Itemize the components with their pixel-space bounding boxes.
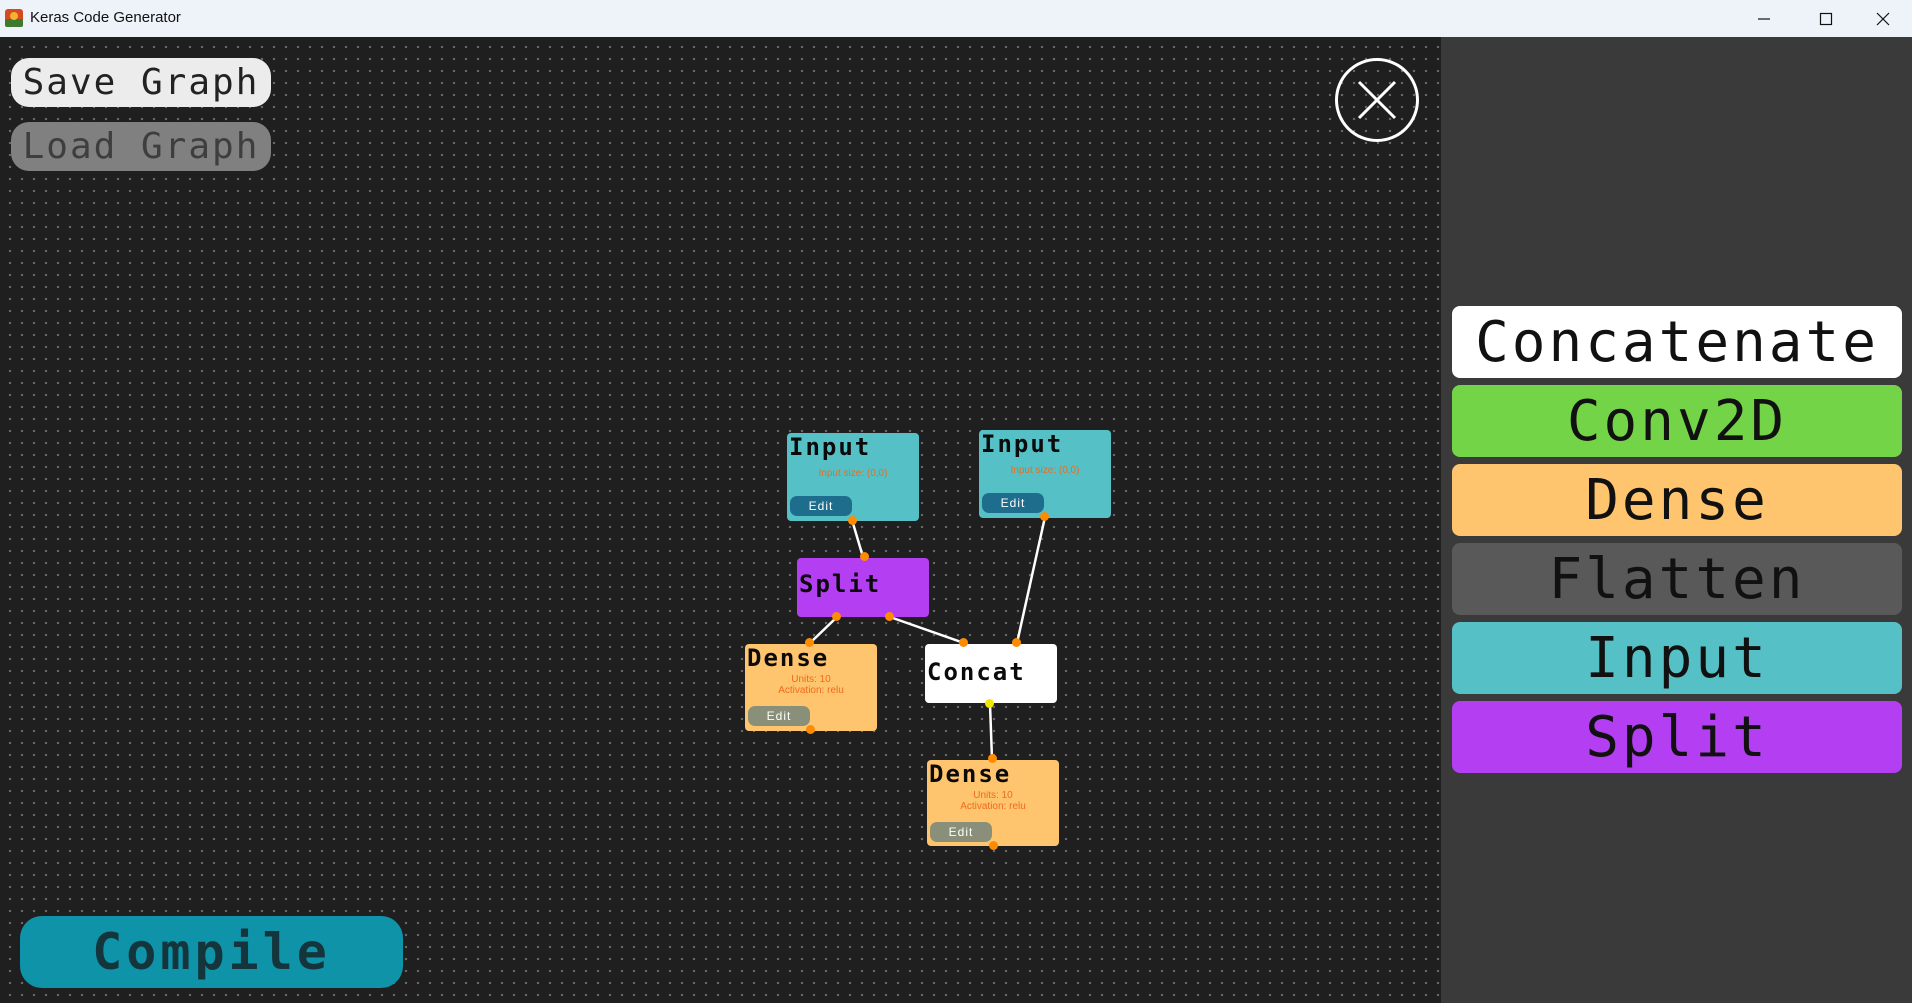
- palette-item-conv2d[interactable]: Conv2D: [1452, 385, 1902, 457]
- compile-button[interactable]: Compile: [20, 916, 403, 988]
- close-icon: [1876, 12, 1890, 25]
- node-edit-button[interactable]: Edit: [748, 706, 810, 726]
- node-title: Split: [799, 570, 882, 598]
- node-input-size: Input size: (0,0): [1010, 465, 1080, 476]
- node-edit-button[interactable]: Edit: [930, 822, 992, 842]
- title-bar: Keras Code Generator: [0, 0, 1912, 37]
- palette-item-label: Dense: [1585, 467, 1769, 533]
- palette-item-flatten[interactable]: Flatten: [1452, 543, 1902, 615]
- palette-item-input[interactable]: Input: [1452, 622, 1902, 694]
- node-title: Dense: [929, 760, 1012, 788]
- window-title: Keras Code Generator: [30, 9, 181, 26]
- graph-canvas[interactable]: [0, 37, 1441, 1003]
- maximize-icon: [1819, 12, 1833, 25]
- node-title: Concat: [927, 658, 1026, 686]
- palette-item-label: Concatenate: [1475, 309, 1879, 375]
- input-port[interactable]: [959, 638, 968, 647]
- node-edit-button[interactable]: Edit: [982, 493, 1044, 513]
- maximize-button[interactable]: [1803, 0, 1849, 37]
- node-title: Input: [981, 430, 1064, 458]
- input-port[interactable]: [805, 638, 814, 647]
- node-activation: Activation: relu: [778, 685, 844, 696]
- node-dense-1[interactable]: Dense Units: 10 Activation: relu Edit: [745, 644, 877, 731]
- node-concat[interactable]: Concat: [925, 644, 1057, 703]
- output-port[interactable]: [848, 516, 857, 525]
- node-units: Units: 10: [973, 790, 1013, 801]
- input-port[interactable]: [988, 754, 997, 763]
- node-dense-2[interactable]: Dense Units: 10 Activation: relu Edit: [927, 760, 1059, 846]
- load-graph-button[interactable]: Load Graph: [11, 122, 271, 171]
- palette-item-dense[interactable]: Dense: [1452, 464, 1902, 536]
- output-port[interactable]: [1040, 512, 1049, 521]
- minimize-button[interactable]: [1741, 0, 1787, 37]
- node-split[interactable]: Split: [797, 558, 929, 617]
- palette-item-label: Split: [1585, 704, 1769, 770]
- node-input-2[interactable]: Input Input size: (0,0) Edit: [979, 430, 1111, 518]
- node-input-1[interactable]: Input Input size: (0,0) Edit: [787, 433, 919, 521]
- node-activation: Activation: relu: [960, 801, 1026, 812]
- save-graph-button[interactable]: Save Graph: [11, 58, 271, 107]
- input-port[interactable]: [860, 552, 869, 561]
- node-units: Units: 10: [791, 674, 831, 685]
- palette-item-label: Input: [1585, 625, 1769, 691]
- keras-app-icon: [5, 9, 23, 27]
- palette-item-split[interactable]: Split: [1452, 701, 1902, 773]
- output-port[interactable]: [885, 612, 894, 621]
- output-port[interactable]: [806, 725, 815, 734]
- node-input-size: Input size: (0,0): [818, 468, 888, 479]
- minimize-icon: [1758, 17, 1770, 20]
- palette-item-concatenate[interactable]: Concatenate: [1452, 306, 1902, 378]
- node-title: Input: [789, 433, 872, 461]
- palette-item-label: Conv2D: [1566, 388, 1788, 454]
- close-window-button[interactable]: [1860, 0, 1906, 37]
- input-port[interactable]: [1012, 638, 1021, 647]
- close-x-icon: [1357, 80, 1397, 120]
- output-port[interactable]: [985, 699, 994, 708]
- close-circle-icon[interactable]: [1335, 58, 1419, 142]
- node-edit-button[interactable]: Edit: [790, 496, 852, 516]
- node-title: Dense: [747, 644, 830, 672]
- output-port[interactable]: [832, 612, 841, 621]
- output-port[interactable]: [989, 841, 998, 850]
- palette-item-label: Flatten: [1548, 546, 1806, 612]
